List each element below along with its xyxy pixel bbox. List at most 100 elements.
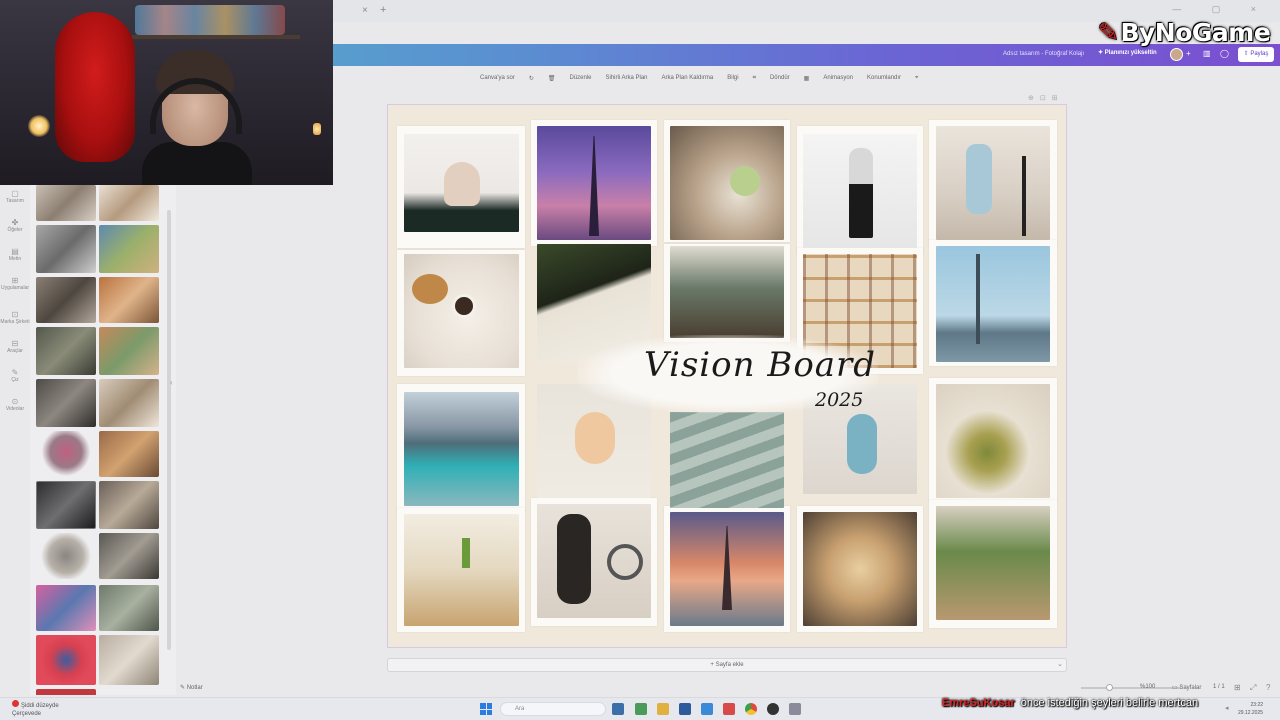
file-explorer-icon[interactable] <box>657 703 669 715</box>
settings-icon[interactable] <box>789 703 801 715</box>
rail-item-design[interactable]: ▢ Tasarım <box>0 189 30 204</box>
vision-board-year[interactable]: 2025 <box>815 389 863 411</box>
rail-item-elements[interactable]: ✤ Öğeler <box>0 218 30 233</box>
photo-vlogger[interactable] <box>936 126 1050 240</box>
photo-dollar-bills[interactable] <box>670 412 784 508</box>
notes-button[interactable]: ✎ Notlar <box>180 684 203 691</box>
window-controls[interactable]: — ▢ × <box>1172 4 1270 15</box>
fullscreen-icon[interactable]: ⤢ <box>1250 683 1256 693</box>
app-icon[interactable] <box>723 703 735 715</box>
collapse-panel-icon[interactable]: ‹ <box>170 378 173 387</box>
template-thumbnail[interactable] <box>36 277 96 323</box>
template-thumbnail[interactable] <box>36 225 96 273</box>
template-thumbnail[interactable] <box>36 635 96 685</box>
template-thumbnail[interactable] <box>99 635 159 685</box>
template-thumbnail[interactable] <box>99 431 159 477</box>
refresh-icon[interactable]: ↻ <box>529 75 534 82</box>
rail-item-videos[interactable]: ⊙ Videolar <box>0 397 30 412</box>
vision-board-title[interactable]: Vision Board <box>644 345 876 385</box>
photo-mountain-lake[interactable] <box>404 392 519 506</box>
template-thumbnail[interactable] <box>99 379 159 427</box>
photo-croissant-coffee[interactable] <box>404 254 519 368</box>
template-thumbnail[interactable] <box>99 481 159 529</box>
template-thumbnail[interactable] <box>36 431 96 477</box>
brand-icon: ⊡ <box>11 310 19 319</box>
magic-background-button[interactable]: Sihirli Arka Plan <box>606 75 648 81</box>
chevron-down-icon[interactable]: ⌄ <box>1057 660 1063 668</box>
rail-item-tools[interactable]: ⊟ Araçlar <box>0 339 30 354</box>
template-thumbnail[interactable] <box>99 327 159 375</box>
analytics-icon[interactable]: ▥ <box>1203 49 1211 58</box>
task-view-icon[interactable] <box>612 703 624 715</box>
photo-eiffel-sunset[interactable] <box>670 512 784 626</box>
rail-item-apps[interactable]: ⊞ Uygulamalar <box>0 276 30 291</box>
photo-plant-coins[interactable] <box>404 514 519 626</box>
app-icon[interactable] <box>635 703 647 715</box>
paint-format-icon[interactable]: ⌖ <box>915 75 918 82</box>
info-button[interactable]: Bilgi <box>727 75 738 81</box>
zoom-slider-handle[interactable] <box>1106 684 1113 691</box>
pages-button[interactable]: ▭ Sayfalar <box>1172 684 1201 691</box>
template-thumbnail[interactable] <box>36 481 96 529</box>
panel-scrollbar[interactable] <box>167 210 171 650</box>
template-thumbnail[interactable] <box>36 533 96 579</box>
help-icon[interactable]: ? <box>1266 683 1270 692</box>
photo-dancer[interactable] <box>803 134 917 248</box>
rotate-button[interactable]: Döndür <box>770 75 790 81</box>
rail-item-text[interactable]: ▤ Metin <box>0 247 30 262</box>
photo-yoga[interactable] <box>404 134 519 232</box>
clock[interactable]: 23:22 29.12.2025 <box>1238 701 1263 717</box>
start-icon[interactable] <box>480 703 492 715</box>
template-thumbnail[interactable] <box>99 277 159 323</box>
template-thumbnail[interactable] <box>36 379 96 427</box>
remove-background-button[interactable]: Arka Plan Kaldırma <box>662 75 714 81</box>
template-thumbnail[interactable] <box>99 225 159 273</box>
app-icon[interactable] <box>767 703 779 715</box>
crop-icon[interactable]: ⌗ <box>753 75 756 82</box>
zoom-level[interactable]: %100 <box>1140 684 1155 690</box>
tab-close-icon[interactable]: × <box>362 5 368 16</box>
chrome-icon[interactable] <box>745 703 757 715</box>
edge-icon[interactable] <box>701 703 713 715</box>
template-thumbnail[interactable] <box>36 689 96 695</box>
page-actions[interactable]: ⊕⊡⊞ <box>1028 94 1064 102</box>
page-count[interactable]: 1 / 1 <box>1213 684 1225 690</box>
photo-eiffel-tower[interactable] <box>537 126 651 240</box>
avatar[interactable] <box>1170 48 1183 61</box>
rail-item-draw[interactable]: ✎ Çiz <box>0 368 30 383</box>
photo-friends-terrace[interactable] <box>936 506 1050 620</box>
tray-icons[interactable]: ◂ <box>1225 704 1229 712</box>
zoom-slider[interactable] <box>1081 687 1181 689</box>
template-thumbnail[interactable] <box>36 185 96 221</box>
weather-widget[interactable]: Şiddi düzeyde Çerçevede <box>12 700 59 718</box>
comment-icon[interactable]: ◯ <box>1220 49 1229 58</box>
rail-item-brand[interactable]: ⊡ Marka Şirketi <box>0 310 30 325</box>
photo-blonde-hair[interactable] <box>803 512 917 626</box>
face <box>575 412 615 464</box>
photo-woman-wheel[interactable] <box>537 504 651 618</box>
photo-healthy-food[interactable] <box>670 126 784 240</box>
ask-canva-button[interactable]: Canva'ya sor <box>480 75 515 81</box>
transparency-icon[interactable]: ▦ <box>804 75 810 82</box>
share-button[interactable]: ⇧ Paylaş <box>1238 47 1274 62</box>
template-thumbnail[interactable] <box>36 327 96 375</box>
document-title[interactable]: Adsız tasarım - Fotoğraf Kolajı <box>1003 51 1084 57</box>
position-button[interactable]: Konumlandır <box>867 75 901 81</box>
edit-button[interactable]: Düzenle <box>569 75 591 81</box>
photo-matcha[interactable] <box>936 384 1050 498</box>
grid-view-icon[interactable]: ⊞ <box>1234 683 1241 692</box>
upgrade-plan-button[interactable]: ✦ Planınızı yükseltin <box>1098 49 1157 56</box>
template-thumbnail[interactable] <box>99 585 159 631</box>
template-thumbnail[interactable] <box>99 533 159 579</box>
add-icon[interactable]: + <box>1186 49 1191 58</box>
trash-icon[interactable]: 🗑 <box>548 75 556 82</box>
taskbar-search-input[interactable]: Ara <box>500 702 606 716</box>
template-thumbnail[interactable] <box>36 585 96 631</box>
template-thumbnail[interactable] <box>99 185 159 221</box>
photo-toronto-skyline[interactable] <box>936 246 1050 362</box>
app-icon[interactable] <box>679 703 691 715</box>
new-tab-icon[interactable]: + <box>380 4 386 16</box>
add-page-button[interactable]: + Sayfa ekle <box>387 658 1067 672</box>
photo-cafe-interior[interactable] <box>670 246 784 338</box>
animate-button[interactable]: Animasyon <box>823 75 853 81</box>
